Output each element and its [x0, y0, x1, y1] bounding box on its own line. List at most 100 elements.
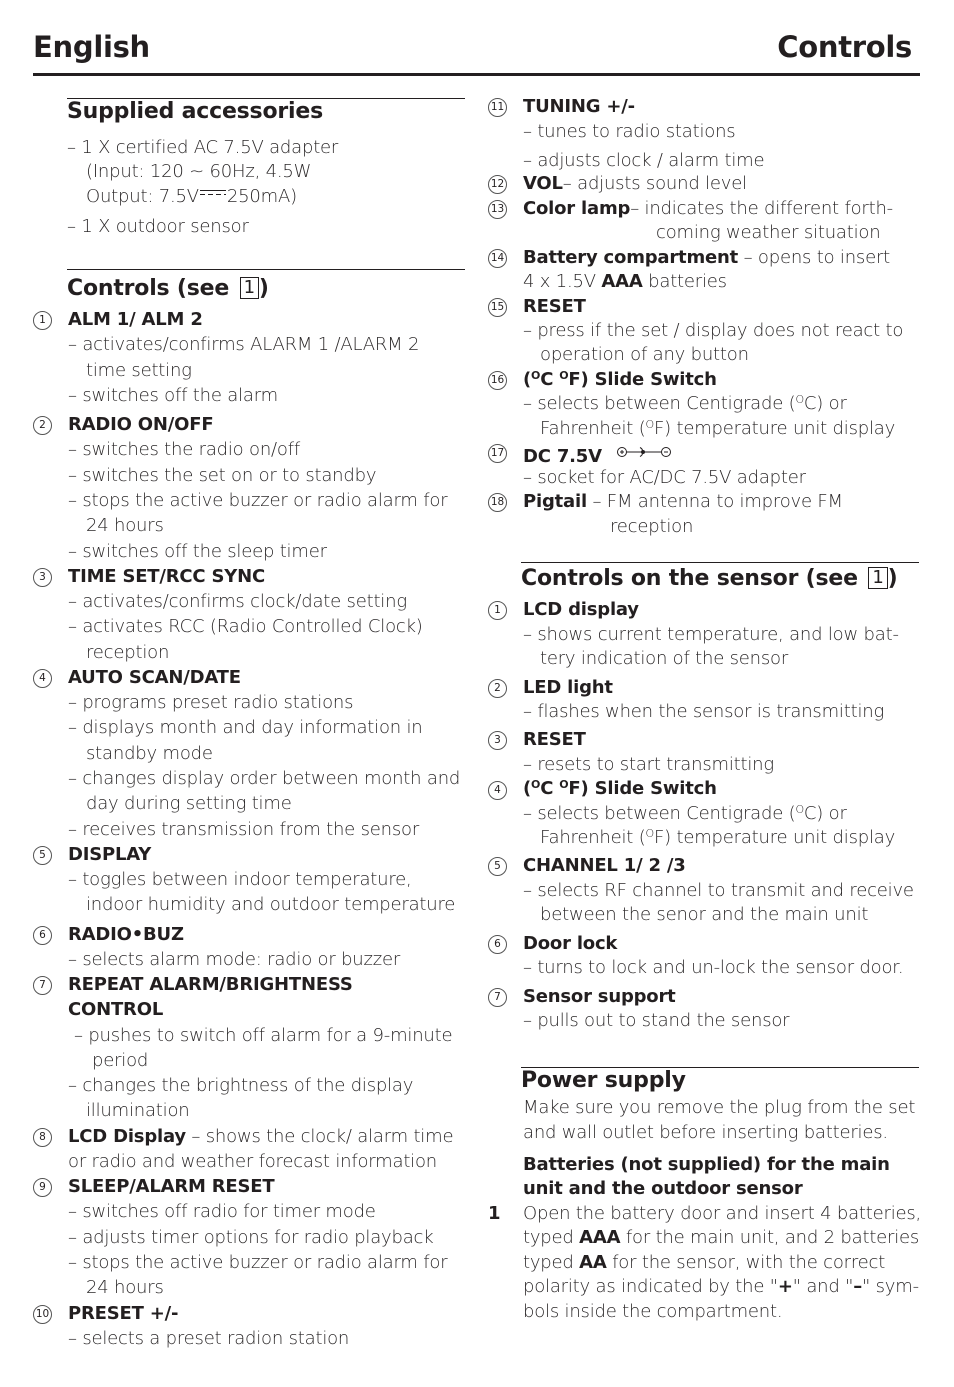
desc-part: F) temperature unit display: [653, 418, 896, 439]
controls-heading: Controls (see 1): [67, 276, 269, 301]
item-number-icon: 6: [33, 926, 52, 945]
item-number-icon: 4: [33, 669, 52, 688]
title-part: F) Slide Switch: [568, 778, 717, 799]
control-desc: – tunes to radio stations: [523, 121, 736, 142]
control-title-text: Pigtail: [523, 491, 587, 512]
step-part: " and ": [792, 1276, 854, 1297]
power-supply-heading: Power supply: [521, 1068, 686, 1093]
step-part: for the main unit, and 2 batteries: [620, 1227, 920, 1248]
sensor-controls-heading: Controls on the sensor (see 1): [521, 566, 898, 591]
figure-reference: 1: [868, 567, 888, 589]
control-title-text: DC 7.5V: [523, 446, 602, 467]
title-part: C: [540, 369, 560, 390]
control-desc: – selects alarm mode: radio or buzzer: [68, 949, 401, 970]
sensor-control-desc: tery indication of the sensor: [540, 648, 789, 669]
control-desc: illumination: [86, 1100, 190, 1121]
heading-paren: ): [258, 276, 269, 301]
item-number-icon: 14: [488, 249, 507, 268]
item-number-icon: 2: [33, 416, 52, 435]
step-part: typed: [523, 1227, 580, 1248]
control-desc: – activates/confirms ALARM 1 /ALARM 2: [68, 334, 420, 355]
control-title: VOL– adjusts sound level: [523, 172, 747, 196]
control-title: RADIO•BUZ: [68, 924, 184, 945]
control-title: DISPLAY: [68, 844, 152, 865]
control-desc: – adjusts timer options for radio playba…: [68, 1227, 434, 1248]
page-title-section: Controls: [777, 30, 912, 64]
item-number-icon: 1: [488, 601, 507, 620]
control-desc: reception: [610, 516, 694, 537]
control-title: PRESET +/-: [68, 1303, 179, 1324]
item-number-icon: 6: [488, 935, 507, 954]
item-number-icon: 15: [488, 298, 507, 317]
control-title-text: Color lamp: [523, 198, 631, 219]
battery-suffix: batteries: [642, 271, 727, 292]
control-desc: – activates RCC (Radio Controlled Clock): [68, 616, 423, 637]
controls-heading-text: Controls (see: [67, 276, 237, 301]
control-title: DC 7.5V: [523, 441, 672, 469]
control-title: Battery compartment – opens to insert: [523, 246, 890, 270]
control-title: REPEAT ALARM/BRIGHTNESS: [68, 974, 353, 995]
control-desc: – press if the set / display does not re…: [523, 320, 904, 341]
control-title: Pigtail – FM antenna to improve FM: [523, 490, 843, 514]
degree-symbol: O: [645, 827, 655, 840]
degree-symbol: O: [795, 393, 804, 406]
degree-symbol: O: [531, 369, 541, 382]
control-desc: – receives transmission from the sensor: [68, 819, 420, 840]
step-part: typed: [523, 1252, 580, 1273]
control-desc: Fahrenheit (OF) temperature unit display: [540, 417, 895, 441]
accessory-detail: Output: 7.5V 250mA): [86, 185, 297, 209]
item-number-icon: 2: [488, 679, 507, 698]
sensor-control-desc: Fahrenheit (OF) temperature unit display: [540, 826, 895, 850]
control-desc: 24 hours: [86, 1277, 164, 1298]
control-desc: day during setting time: [86, 793, 292, 814]
item-number-icon: 5: [488, 857, 507, 876]
item-number-icon: 11: [488, 98, 507, 117]
title-part: (: [523, 778, 532, 799]
minus-symbol: –: [853, 1276, 862, 1297]
plus-symbol: +: [777, 1276, 793, 1297]
control-desc-inline: – FM antenna to improve FM: [586, 491, 843, 512]
output-voltage: Output: 7.5V: [86, 186, 199, 207]
power-intro: and wall outlet before inserting batteri…: [523, 1122, 888, 1143]
control-title: (OC OF) Slide Switch: [523, 368, 717, 392]
control-desc-inline: – shows the clock/ alarm time: [185, 1126, 454, 1147]
sensor-control-title: RESET: [523, 729, 586, 750]
desc-part: C) or: [803, 803, 847, 824]
control-desc: – displays month and day information in: [68, 717, 423, 738]
degree-symbol: O: [795, 803, 804, 816]
battery-type: AA: [579, 1252, 607, 1273]
supplied-accessories-heading: Supplied accessories: [67, 99, 323, 124]
battery-type: AAA: [601, 271, 643, 292]
control-desc: – selects between Centigrade (OC) or: [523, 392, 847, 416]
sensor-control-desc: – pulls out to stand the sensor: [523, 1010, 790, 1031]
title-part: F) Slide Switch: [568, 369, 717, 390]
figure-reference: 1: [239, 277, 259, 299]
desc-part: – selects between Centigrade (: [523, 393, 796, 414]
desc-part: – selects between Centigrade (: [523, 803, 796, 824]
control-title-text: Battery compartment: [523, 247, 739, 268]
control-desc: 24 hours: [86, 515, 164, 536]
item-number-icon: 1: [33, 311, 52, 330]
control-desc: time setting: [86, 360, 192, 381]
control-desc: indoor humidity and outdoor temperature: [86, 894, 456, 915]
sensor-control-title: CHANNEL 1/ 2 /3: [523, 855, 686, 876]
step-part: " sym-: [862, 1276, 919, 1297]
item-number-icon: 7: [33, 976, 52, 995]
degree-symbol: O: [531, 778, 541, 791]
accessory-detail: (Input: 120 ~ 60Hz, 4.5W: [86, 161, 312, 182]
control-desc: standby mode: [86, 743, 213, 764]
degree-symbol: O: [645, 418, 655, 431]
control-title: RADIO ON/OFF: [68, 414, 214, 435]
section-divider: [521, 562, 919, 563]
control-desc: reception: [86, 642, 170, 663]
control-desc: – pushes to switch off alarm for a 9-min…: [74, 1025, 453, 1046]
title-part: (: [523, 369, 532, 390]
control-desc: – selects a preset radion station: [68, 1328, 350, 1349]
item-number-icon: 7: [488, 988, 507, 1007]
section-divider: [67, 269, 465, 270]
sensor-heading-text: Controls on the sensor (see: [521, 566, 866, 591]
step-part: for the sensor, with the correct: [606, 1252, 886, 1273]
control-title: TUNING +/-: [523, 96, 635, 117]
control-desc: – stops the active buzzer or radio alarm…: [68, 1252, 448, 1273]
page-title-language: English: [33, 30, 150, 64]
